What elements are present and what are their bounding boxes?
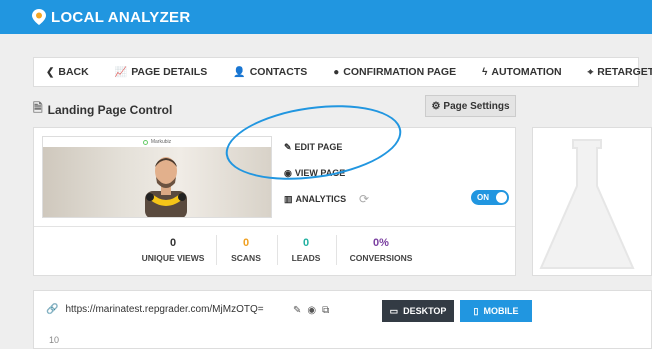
url-actions: ✎ ◉ ⧉ <box>293 305 329 316</box>
brand-logo-icon <box>142 139 148 145</box>
view-page-label: VIEW PAGE <box>294 168 346 178</box>
eye-icon: ◉ <box>284 167 292 178</box>
preview-header: Markubiz <box>43 137 271 147</box>
nav-contacts-label: CONTACTS <box>249 66 308 78</box>
stat-unique-views: 0 UNIQUE VIEWS <box>138 237 208 263</box>
stat-conversions: 0% CONVERSIONS <box>348 237 414 263</box>
page-status-toggle[interactable]: ON <box>471 190 509 205</box>
file-icon: 🗎 <box>33 101 43 115</box>
refresh-icon[interactable]: ⟳ <box>359 192 369 206</box>
stat-label: SCANS <box>231 253 261 263</box>
stat-label: CONVERSIONS <box>349 253 413 263</box>
divider <box>336 235 337 265</box>
monitor-icon: ▭ <box>389 305 399 316</box>
map-pin-icon <box>32 9 46 25</box>
page-settings-button[interactable]: ⚙ Page Settings <box>425 95 516 117</box>
stat-scans: 0 SCANS <box>226 237 266 263</box>
edit-page-link[interactable]: ✎ EDIT PAGE <box>284 141 342 153</box>
side-panel <box>532 127 652 276</box>
divider <box>277 235 278 265</box>
desktop-label: DESKTOP <box>403 306 447 316</box>
bar-chart-icon: ▥ <box>284 193 293 204</box>
edit-icon[interactable]: ✎ <box>293 305 301 316</box>
nav-confirmation-page-label: CONFIRMATION PAGE <box>343 66 457 78</box>
stat-value: 0 <box>169 237 177 249</box>
divider <box>216 235 217 265</box>
toggle-knob <box>496 192 507 203</box>
nav-automation[interactable]: ϟ AUTOMATION <box>482 66 562 78</box>
nav-page-details-label: PAGE DETAILS <box>131 66 208 78</box>
page-url-row: 🔗 https://marinatest.repgrader.com/MjMzO… <box>46 304 264 315</box>
circle-icon: ● <box>333 66 340 78</box>
nav-back[interactable]: ❮ BACK <box>46 66 89 78</box>
line-chart-icon: 📈 <box>114 66 128 78</box>
page-nav: ❮ BACK 📈 PAGE DETAILS 👤 CONTACTS ● CONFI… <box>33 57 652 87</box>
edit-icon: ✎ <box>284 141 292 152</box>
stat-value: 0 <box>302 237 310 249</box>
page-url[interactable]: https://marinatest.repgrader.com/MjMzOTQ… <box>65 304 263 315</box>
stat-value: 0% <box>373 237 389 249</box>
toggle-label: ON <box>477 193 489 202</box>
mobile-label: MOBILE <box>483 306 519 316</box>
mobile-button[interactable]: ▯ MOBILE <box>460 300 532 322</box>
stats-row: 0 UNIQUE VIEWS 0 SCANS 0 LEADS 0% CONVER… <box>34 226 515 276</box>
bolt-icon: ϟ <box>482 66 488 78</box>
page-settings-label: Page Settings <box>443 100 510 112</box>
eye-icon[interactable]: ◉ <box>307 305 316 316</box>
preview-image <box>43 147 271 217</box>
stat-leads: 0 LEADS <box>286 237 326 263</box>
preview-brand: Markubiz <box>150 139 172 145</box>
gear-icon: ⚙ <box>431 100 441 112</box>
analytics-label: ANALYTICS <box>295 194 347 204</box>
user-icon: 👤 <box>233 66 246 78</box>
nav-page-details[interactable]: 📈 PAGE DETAILS <box>115 66 208 78</box>
landing-page-card: Markubiz ✎ EDIT PAGE ◉ VIEW PAGE ▥ ANALY… <box>33 127 516 276</box>
app-title: LOCAL ANALYZER <box>51 8 191 26</box>
stat-value: 0 <box>242 237 250 249</box>
top-bar: LOCAL ANALYZER <box>0 0 652 34</box>
view-page-link[interactable]: ◉ VIEW PAGE <box>284 167 345 179</box>
flask-icon <box>539 139 635 269</box>
url-card: 🔗 https://marinatest.repgrader.com/MjMzO… <box>33 290 652 349</box>
nav-retargeting[interactable]: ⌖ RETARGETING <box>588 66 652 78</box>
chart-axis-label: 10 <box>49 335 60 345</box>
stat-label: UNIQUE VIEWS <box>141 253 205 263</box>
chevron-left-icon: ❮ <box>46 66 55 78</box>
link-icon: 🔗 <box>46 304 59 315</box>
crosshair-icon: ⌖ <box>587 66 594 78</box>
phone-icon: ▯ <box>473 305 479 316</box>
person-photo <box>145 157 187 217</box>
nav-retargeting-label: RETARGETING <box>597 66 652 78</box>
edit-page-label: EDIT PAGE <box>294 142 343 152</box>
desktop-button[interactable]: ▭ DESKTOP <box>382 300 454 322</box>
analytics-link[interactable]: ▥ ANALYTICS <box>284 193 346 205</box>
nav-automation-label: AUTOMATION <box>491 66 562 78</box>
section-title-text: Landing Page Control <box>47 102 173 117</box>
copy-icon[interactable]: ⧉ <box>322 305 329 316</box>
section-title: 🗎 Landing Page Control <box>33 99 172 120</box>
page-preview[interactable]: Markubiz <box>42 136 272 218</box>
stat-label: LEADS <box>291 253 321 263</box>
nav-contacts[interactable]: 👤 CONTACTS <box>233 66 307 78</box>
nav-back-label: BACK <box>58 66 89 78</box>
nav-confirmation-page[interactable]: ● CONFIRMATION PAGE <box>333 66 456 78</box>
